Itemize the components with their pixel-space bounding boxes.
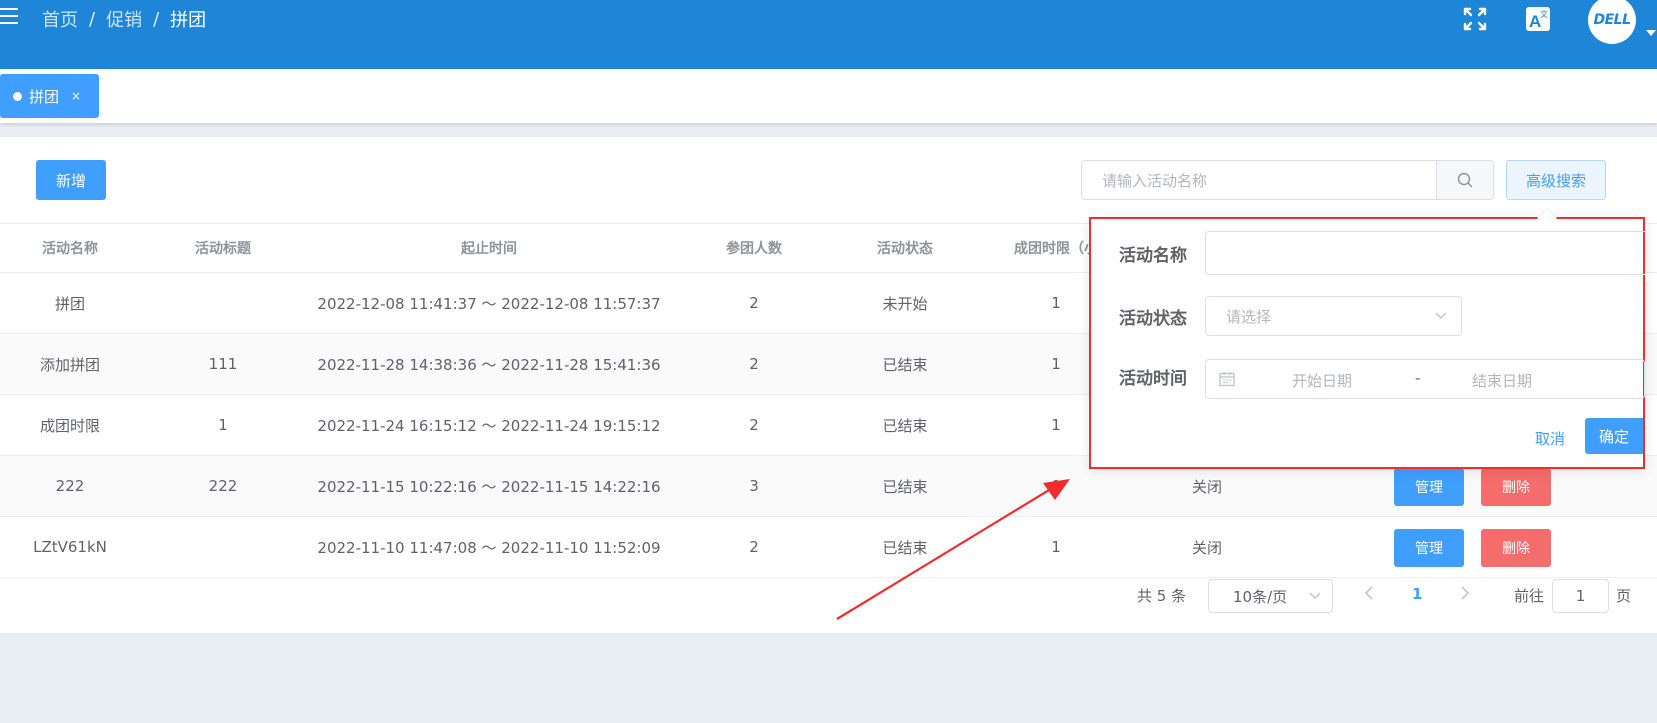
breadcrumb-home[interactable]: 首页 [42,6,78,32]
manage-button[interactable]: 管理 [1394,529,1464,567]
column-header: 活动标题 [195,241,251,257]
activity-time-label: 活动时间 [1119,369,1187,389]
cell-title: 222 [208,477,238,495]
cell-name: LZtV61kN [33,538,107,556]
tab-group-buy[interactable]: 拼团 × [0,74,99,118]
goto-prefix: 前往 [1514,587,1545,605]
cell-time: 2022-11-28 14:38:36 ～ 2022-11-28 15:41:3… [317,355,661,374]
cell-name: 添加拼团 [39,355,100,374]
caret-down-icon[interactable] [1646,30,1656,36]
cell-name: 222 [55,477,85,495]
cell-name: 拼团 [54,294,85,313]
svg-text:文: 文 [1540,9,1548,19]
advanced-search-popover: 活动名称 活动状态 请选择 活动时间 开始日期 - 结束日期 取消 确定 [1089,208,1645,469]
delete-button[interactable]: 删除 [1481,529,1551,567]
cell-name: 成团时限 [39,416,100,435]
cell-status: 已结束 [882,416,928,435]
pagination-total: 共 5 条 [1137,587,1187,605]
cell-status: 已结束 [882,477,928,496]
active-dot-icon [13,91,22,101]
cell-members: 2 [749,294,759,312]
cell-time: 2022-11-15 10:22:16 ～ 2022-11-15 14:22:1… [317,477,661,496]
confirm-button[interactable]: 确定 [1585,418,1643,454]
column-header: 活动名称 [42,241,98,257]
advanced-search-button[interactable]: 高级搜索 [1506,160,1606,200]
breadcrumb: 首页 / 促销 / 拼团 [42,6,206,32]
activity-status-label: 活动状态 [1119,309,1187,329]
chevron-down-icon [1309,592,1321,600]
search-icon [1457,172,1473,188]
chevron-down-icon [1435,312,1447,320]
cell-members: 2 [749,538,759,556]
breadcrumb-promotion[interactable]: 促销 [106,6,142,32]
cell-members: 2 [749,355,759,373]
column-header: 起止时间 [461,241,517,257]
activity-date-range[interactable]: 开始日期 - 结束日期 [1205,359,1645,399]
cell-title: 111 [208,355,238,373]
search-button[interactable] [1436,161,1493,199]
search-input[interactable]: 请输入活动名称 [1082,161,1436,199]
manage-button[interactable]: 管理 [1394,468,1464,506]
pagination: 共 5 条 10条/页 1 前往 1 页 [0,577,1657,617]
breadcrumb-separator: / [153,8,160,30]
cancel-button[interactable]: 取消 [1535,428,1565,449]
cell-title [148,517,298,577]
avatar[interactable]: DELL [1588,0,1636,44]
activity-status-select[interactable]: 请选择 [1205,296,1462,336]
page-number[interactable]: 1 [1412,585,1422,603]
status-placeholder: 请选择 [1226,307,1272,326]
page-size-select[interactable]: 10条/页 [1208,579,1333,613]
chevron-right-icon[interactable] [1458,583,1472,603]
cell-status: 未开始 [882,294,928,313]
fullscreen-icon[interactable] [1462,6,1488,32]
end-date-input[interactable]: 结束日期 [1472,370,1532,391]
tab-close-icon[interactable]: × [71,89,81,103]
cell-limit: 1 [1051,538,1061,556]
activity-name-label: 活动名称 [1119,246,1187,266]
activity-name-input[interactable] [1205,231,1645,275]
cell-time: 2022-11-24 16:15:12 ～ 2022-11-24 19:15:1… [317,416,661,435]
cell-time: 2022-11-10 11:47:08 ～ 2022-11-10 11:52:0… [317,538,661,557]
breadcrumb-current: 拼团 [170,10,207,31]
cell-status: 已结束 [882,538,928,557]
range-separator: - [1415,369,1421,387]
column-header: 参团人数 [726,241,782,257]
goto-page-input[interactable]: 1 [1552,579,1609,613]
table-row: LZtV61kN 2022-11-10 11:47:08 ～ 2022-11-1… [0,517,1657,578]
calendar-icon [1219,372,1235,387]
cell-status: 已结束 [882,355,928,374]
cell-switch-state: 关闭 [1191,538,1222,557]
delete-button[interactable]: 删除 [1481,468,1551,506]
breadcrumb-separator: / [89,8,96,30]
tab-label: 拼团 [29,87,60,106]
avatar-text: DELL [1593,12,1631,28]
translate-icon[interactable]: A 文 [1525,6,1551,32]
page-size-value: 10条/页 [1233,587,1288,606]
chevron-left-icon[interactable] [1362,583,1376,603]
tabs-bar: 拼团 × [0,69,1657,123]
top-header: 首页 / 促销 / 拼团 A 文 DELL [0,0,1657,69]
cell-time: 2022-12-08 11:41:37 ～ 2022-12-08 11:57:3… [317,294,661,313]
cell-members: 2 [749,416,759,434]
search-box: 请输入活动名称 [1081,160,1494,200]
goto-suffix: 页 [1616,587,1632,605]
menu-icon[interactable] [0,8,20,26]
add-button[interactable]: 新增 [36,160,106,200]
cell-members: 3 [749,477,759,495]
start-date-input[interactable]: 开始日期 [1292,370,1352,391]
cell-title: 1 [218,416,228,434]
cell-title [148,273,298,333]
column-header: 活动状态 [877,241,933,257]
